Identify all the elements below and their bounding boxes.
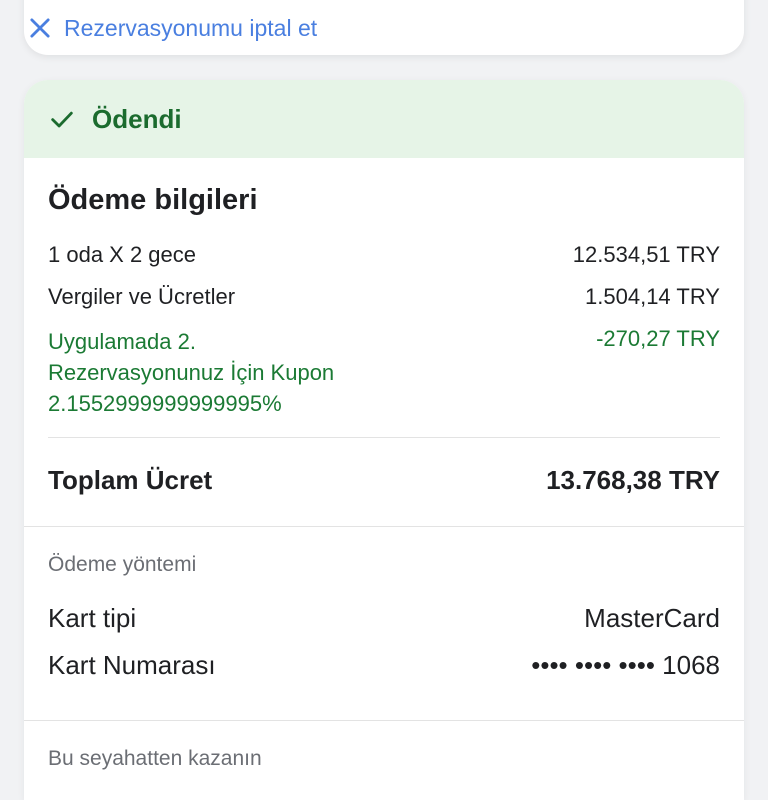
cancel-reservation-label: Rezervasyonumu iptal et (64, 14, 318, 41)
earn-section-title: Bu seyahatten kazanın (48, 747, 262, 770)
total-row: Toplam Ücret 13.768,38 TRY (48, 465, 720, 496)
card-type-row: Kart tipi MasterCard (48, 603, 720, 634)
price-row-value: 1.504,14 TRY (585, 284, 720, 309)
section-divider (24, 720, 744, 721)
section-divider (24, 526, 744, 527)
payment-method-title: Ödeme yöntemi (48, 553, 197, 576)
card-number-row: Kart Numarası •••• •••• •••• 1068 (48, 650, 720, 681)
check-icon (51, 111, 73, 128)
divider (48, 437, 720, 438)
total-value: 13.768,38 TRY (546, 465, 720, 495)
total-label: Toplam Ücret (48, 465, 213, 495)
cancel-reservation-link[interactable]: Rezervasyonumu iptal et (26, 15, 317, 76)
card-type-value: MasterCard (584, 603, 720, 633)
price-row-room-nights: 1 oda X 2 gece 12.534,51 TRY (48, 242, 720, 268)
payment-card: Ödendi Ödeme bilgileri 1 oda X 2 gece 12… (24, 80, 744, 800)
paid-status-label: Ödendi (92, 103, 182, 134)
payment-info-title: Ödeme bilgileri (48, 184, 258, 216)
price-row-value: 12.534,51 TRY (572, 242, 720, 267)
card-type-label: Kart tipi (48, 603, 137, 633)
price-row-label: Vergiler ve Ücretler (48, 284, 236, 309)
price-row-label: 1 oda X 2 gece (48, 242, 197, 267)
coupon-label: Uygulamada 2. Rezervasyonunuz İçin Kupon… (48, 329, 335, 416)
coupon-value: -270,27 TRY (596, 326, 720, 351)
card-number-label: Kart Numarası (48, 650, 216, 680)
price-row-taxes: Vergiler ve Ücretler 1.504,14 TRY (48, 284, 720, 310)
close-icon (30, 18, 50, 38)
paid-status-banner: Ödendi (24, 80, 744, 158)
card-number-value: •••• •••• •••• 1068 (531, 650, 720, 680)
price-row-coupon: Uygulamada 2. Rezervasyonunuz İçin Kupon… (48, 326, 720, 419)
